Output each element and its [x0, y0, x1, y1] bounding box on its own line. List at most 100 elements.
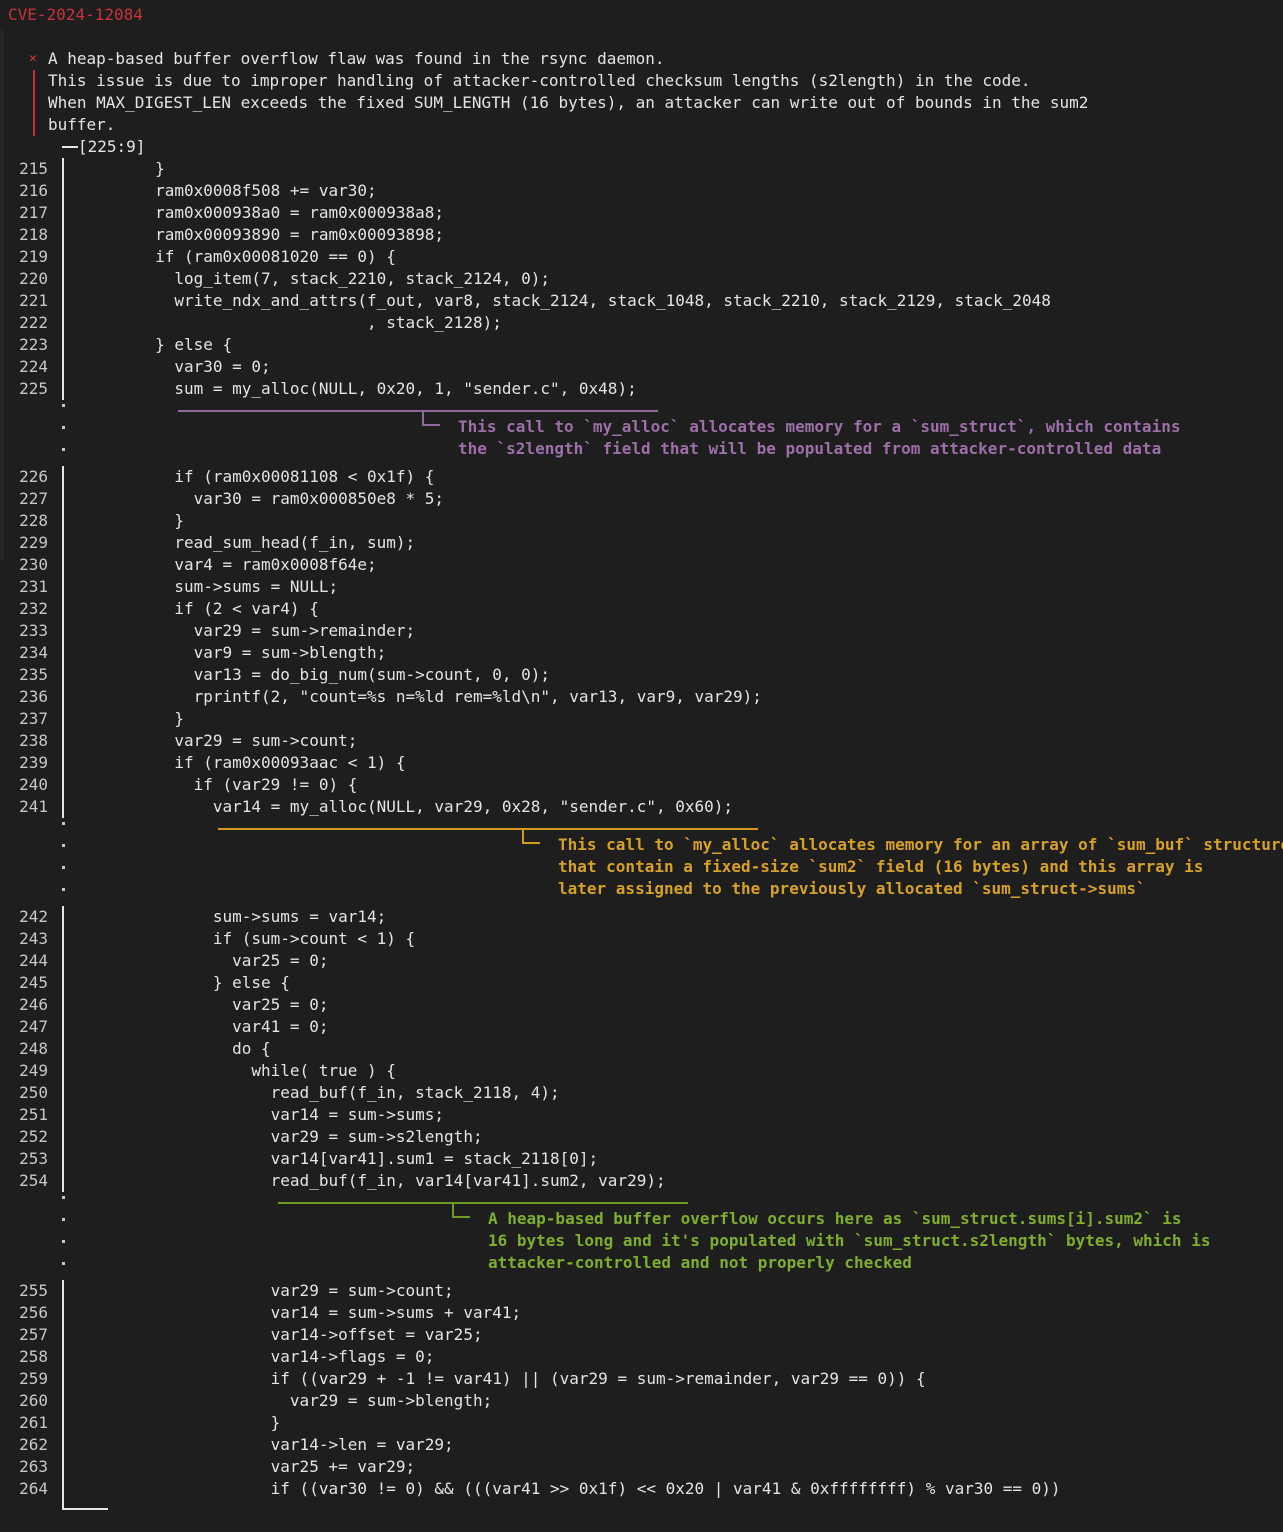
code-line[interactable]: var14 = sum->sums + var41;: [78, 1302, 521, 1324]
line-number: 223: [19, 335, 48, 354]
code-line[interactable]: }: [78, 1412, 281, 1434]
code-line[interactable]: if (sum->count < 1) {: [78, 928, 415, 950]
gutter-dot: [62, 426, 65, 429]
code-line[interactable]: read_buf(f_in, var14[var41].sum2, var29)…: [78, 1170, 666, 1192]
code-line[interactable]: if ((var30 != 0) && (((var41 >> 0x1f) <<…: [78, 1478, 1061, 1500]
issue-description-line: buffer.: [48, 115, 116, 134]
annotation-text: later assigned to the previously allocat…: [558, 879, 1146, 898]
code-line[interactable]: read_sum_head(f_in, sum);: [78, 532, 415, 554]
code-line[interactable]: var14->offset = var25;: [78, 1324, 483, 1346]
line-number: 215: [19, 159, 48, 178]
line-number: 226: [19, 467, 48, 486]
line-number: 246: [19, 995, 48, 1014]
issue-marker-bar: [33, 70, 35, 136]
code-line[interactable]: var14 = my_alloc(NULL, var29, 0x28, "sen…: [78, 796, 733, 818]
code-line[interactable]: if (ram0x00081020 == 0) {: [78, 246, 396, 268]
line-number: 251: [19, 1105, 48, 1124]
code-line[interactable]: rprintf(2, "count=%s n=%ld rem=%ld\n", v…: [78, 686, 762, 708]
code-line[interactable]: sum->sums = var14;: [78, 906, 386, 928]
code-line[interactable]: var25 += var29;: [78, 1456, 416, 1478]
line-number: 241: [19, 797, 48, 816]
line-number: 220: [19, 269, 48, 288]
line-number: 230: [19, 555, 48, 574]
code-line[interactable]: var30 = 0;: [78, 356, 270, 378]
code-line[interactable]: ram0x00093890 = ram0x00093898;: [78, 224, 444, 246]
code-line[interactable]: } else {: [78, 972, 290, 994]
annotation-connector: [452, 1216, 470, 1218]
code-line[interactable]: var14->len = var29;: [78, 1434, 454, 1456]
code-line[interactable]: } else {: [78, 334, 232, 356]
code-line[interactable]: var14 = sum->sums;: [78, 1104, 444, 1126]
line-number: 248: [19, 1039, 48, 1058]
code-line[interactable]: var29 = sum->remainder;: [78, 620, 416, 642]
annotation-text: This call to `my_alloc` allocates memory…: [458, 417, 1181, 436]
range-gutter-line: [62, 1280, 64, 1510]
code-line[interactable]: read_buf(f_in, stack_2118, 4);: [78, 1082, 560, 1104]
code-line[interactable]: var13 = do_big_num(sum->count, 0, 0);: [78, 664, 550, 686]
line-number: 232: [19, 599, 48, 618]
annotation-text: that contain a fixed-size `sum2` field (…: [558, 857, 1204, 876]
code-line[interactable]: var29 = sum->count;: [78, 1280, 454, 1302]
line-number: 238: [19, 731, 48, 750]
annotation-text: the `s2length` field that will be popula…: [458, 439, 1162, 458]
code-line[interactable]: var29 = sum->blength;: [78, 1390, 492, 1412]
code-line[interactable]: }: [78, 708, 184, 730]
code-line[interactable]: var14->flags = 0;: [78, 1346, 435, 1368]
code-line[interactable]: if (ram0x00093aac < 1) {: [78, 752, 405, 774]
code-line[interactable]: sum = my_alloc(NULL, 0x20, 1, "sender.c"…: [78, 378, 636, 400]
line-number: 261: [19, 1413, 48, 1432]
code-line[interactable]: var29 = sum->s2length;: [78, 1126, 483, 1148]
code-line[interactable]: if (2 < var4) {: [78, 598, 319, 620]
code-line[interactable]: var25 = 0;: [78, 950, 328, 972]
line-number: 249: [19, 1061, 48, 1080]
line-number: 252: [19, 1127, 48, 1146]
line-number: 240: [19, 775, 48, 794]
code-line[interactable]: while( true ) {: [78, 1060, 396, 1082]
annotation-connector: [422, 424, 440, 426]
code-line[interactable]: var29 = sum->count;: [78, 730, 357, 752]
code-line[interactable]: if ((var29 + -1 != var41) || (var29 = su…: [78, 1368, 926, 1390]
annotation-underline: [278, 1202, 688, 1204]
annotation-text: 16 bytes long and it's populated with `s…: [488, 1231, 1211, 1250]
code-line[interactable]: var9 = sum->blength;: [78, 642, 387, 664]
line-number: 227: [19, 489, 48, 508]
line-number: 254: [19, 1171, 48, 1190]
line-number: 231: [19, 577, 48, 596]
issue-description-line: This issue is due to improper handling o…: [48, 71, 1031, 90]
code-line[interactable]: if (var29 != 0) {: [78, 774, 358, 796]
code-line[interactable]: ram0x0008f508 += var30;: [78, 180, 377, 202]
code-line[interactable]: do {: [78, 1038, 271, 1060]
line-number: 253: [19, 1149, 48, 1168]
line-number: 229: [19, 533, 48, 552]
gutter-dot: [62, 844, 65, 847]
line-number: 217: [19, 203, 48, 222]
line-number: 222: [19, 313, 48, 332]
code-line[interactable]: log_item(7, stack_2210, stack_2124, 0);: [78, 268, 550, 290]
code-line[interactable]: }: [78, 510, 184, 532]
code-line[interactable]: sum->sums = NULL;: [78, 576, 338, 598]
code-line[interactable]: if (ram0x00081108 < 0x1f) {: [78, 466, 434, 488]
close-icon[interactable]: ✕: [29, 48, 37, 70]
annotation-text: This call to `my_alloc` allocates memory…: [558, 835, 1283, 854]
annotation-connector: [522, 842, 540, 844]
line-number: 256: [19, 1303, 48, 1322]
line-number: 242: [19, 907, 48, 926]
gutter-dot: [62, 404, 65, 407]
code-line[interactable]: var41 = 0;: [78, 1016, 328, 1038]
line-number: 221: [19, 291, 48, 310]
code-line[interactable]: var14[var41].sum1 = stack_2118[0];: [78, 1148, 599, 1170]
line-number: 237: [19, 709, 48, 728]
code-line[interactable]: ram0x000938a0 = ram0x000938a8;: [78, 202, 444, 224]
line-number: 216: [19, 181, 48, 200]
gutter-dot: [62, 1218, 65, 1221]
code-line[interactable]: }: [78, 158, 165, 180]
line-number: 255: [19, 1281, 48, 1300]
code-line[interactable]: var25 = 0;: [78, 994, 328, 1016]
line-number: 236: [19, 687, 48, 706]
code-line[interactable]: , stack_2128);: [78, 312, 502, 334]
code-line[interactable]: var4 = ram0x0008f64e;: [78, 554, 376, 576]
annotation-text: A heap-based buffer overflow occurs here…: [488, 1209, 1182, 1228]
code-line[interactable]: write_ndx_and_attrs(f_out, var8, stack_2…: [78, 290, 1051, 312]
line-number: 235: [19, 665, 48, 684]
code-line[interactable]: var30 = ram0x000850e8 * 5;: [78, 488, 444, 510]
